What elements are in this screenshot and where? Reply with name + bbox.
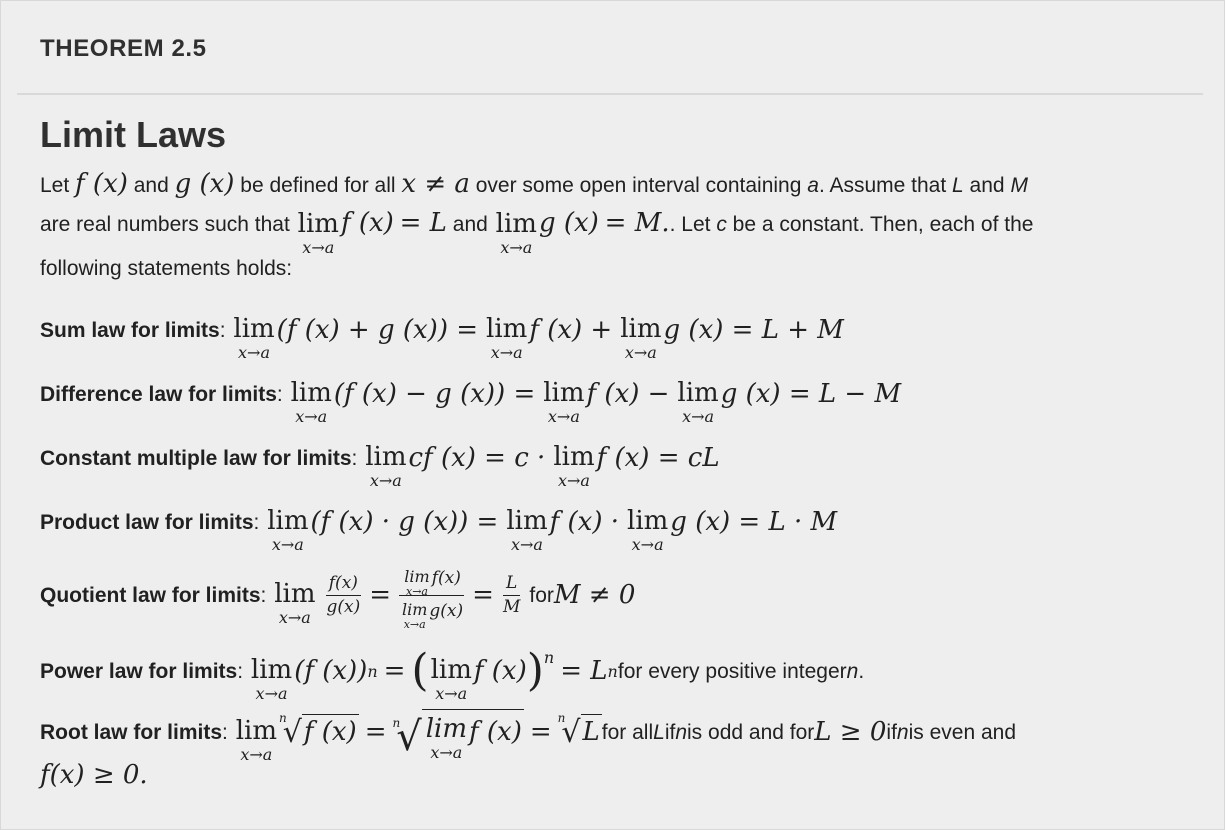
- root-law-name: Root law for limits: [40, 720, 223, 744]
- lim-operator: lim x→a: [620, 313, 662, 362]
- lim-operator: lim x→a: [486, 313, 528, 362]
- intro-line-1: Let f (x) and g (x) be defined for all x…: [40, 169, 1028, 199]
- nth-root-of-L: n √ L: [557, 711, 602, 750]
- quotient-law: Quotient law for limits: lim x→a f(x) g(x)…: [40, 565, 636, 631]
- lim-operator: lim x→a: [506, 505, 548, 554]
- lim-operator: lim x→a: [543, 377, 585, 426]
- lim-operator: lim x→a: [267, 505, 309, 554]
- constant-multiple-law-name: Constant multiple law for limits: [40, 446, 352, 470]
- divider: [17, 93, 1203, 95]
- theorem-body: Let f (x) and g (x) be defined for all x…: [40, 167, 1200, 794]
- theorem-box: THEOREM 2.5 Limit Laws Let f (x) and g (…: [0, 0, 1225, 830]
- lim-operator: lim x→a: [250, 654, 293, 703]
- lim-operator: lim x→a: [627, 505, 669, 554]
- lim-operator: lim x→a: [235, 715, 277, 764]
- sum-law: Sum law for limits: lim x→a (f (x) + g (x…: [40, 313, 844, 362]
- lim-operator: lim x→a: [553, 441, 595, 490]
- root-law-condition: f(x) ≥ 0.: [40, 760, 148, 790]
- theorem-title: Limit Laws: [40, 114, 227, 155]
- lim-operator: lim x→a: [430, 654, 472, 703]
- difference-law: Difference law for limits: lim x→a (f (x)…: [40, 377, 902, 426]
- lim-operator: lim x→a: [365, 441, 407, 490]
- theorem-label: THEOREM 2.5: [40, 35, 207, 62]
- power-law-name: Power law for limits: [40, 659, 238, 683]
- product-law-name: Product law for limits: [40, 510, 254, 534]
- root-law: Root law for limits: lim x→a n √ f (x) = n √…: [40, 709, 1017, 764]
- difference-law-name: Difference law for limits: [40, 382, 277, 406]
- L-over-M-fraction: LM: [502, 572, 521, 617]
- lim-operator: lim x→a: [233, 313, 275, 362]
- nth-root-of-limit: n √ lim x→a f (x): [392, 709, 524, 761]
- quotient-fraction: f(x) g(x): [325, 572, 361, 617]
- intro-line-3: following statements holds:: [40, 257, 293, 280]
- quotient-limit-fraction: lim x→a f(x) lim x→a g(x): [397, 565, 466, 630]
- power-law: Power law for limits: lim x→a (f (x)) n = …: [40, 645, 865, 703]
- product-law: Product law for limits: lim x→a (f (x) · …: [40, 505, 838, 554]
- nth-root: n √ f (x): [278, 711, 359, 750]
- lim-operator: lim x→a: [297, 209, 339, 257]
- quotient-law-name: Quotient law for limits: [40, 583, 261, 607]
- lim-operator: lim x→a: [677, 377, 719, 426]
- lim-operator: lim x→a: [274, 578, 316, 627]
- lim-operator: lim x→a: [290, 377, 332, 426]
- lim-operator: lim x→a: [495, 209, 537, 257]
- constant-multiple-law: Constant multiple law for limits: lim x→a…: [40, 441, 720, 490]
- intro-line-2: are real numbers such that lim x→a f (x) =…: [40, 208, 1034, 257]
- sum-law-name: Sum law for limits: [40, 318, 220, 342]
